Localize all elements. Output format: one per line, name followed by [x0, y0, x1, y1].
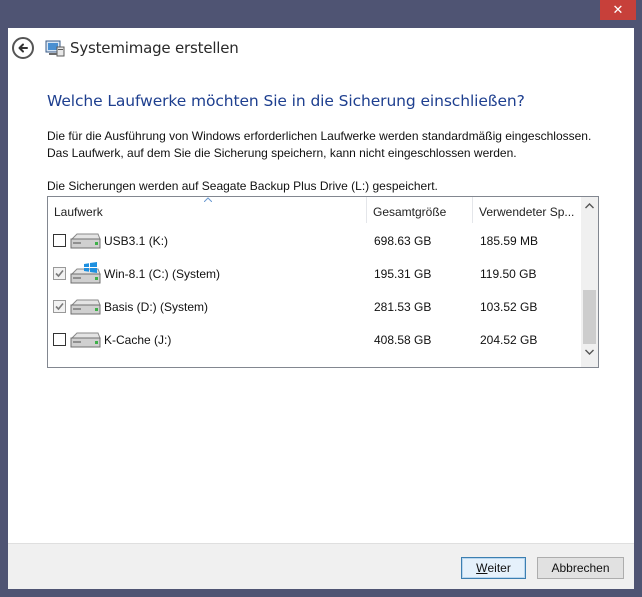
vertical-scrollbar[interactable] — [581, 197, 598, 367]
cancel-button-label: Abbrechen — [551, 561, 610, 575]
next-button-accel: W — [476, 561, 488, 575]
next-button-label: eiter — [487, 561, 511, 575]
drive-used-space: 204.52 GB — [480, 333, 538, 347]
content-area: Welche Laufwerke möchten Sie in die Sich… — [8, 70, 634, 543]
table-row[interactable]: USB3.1 (K:) 698.63 GB 185.59 MB — [48, 224, 581, 257]
backup-destination-text: Die Sicherungen werden auf Seagate Backu… — [47, 179, 438, 193]
back-button[interactable] — [12, 37, 34, 59]
description-line-1: Die für die Ausführung von Windows erfor… — [47, 129, 592, 143]
table-row[interactable]: Win-8.1 (C:) (System) 195.31 GB 119.50 G… — [48, 257, 581, 290]
checkmark-icon — [55, 302, 64, 311]
scrollbar-thumb[interactable] — [583, 290, 596, 344]
scroll-down-icon[interactable] — [585, 349, 594, 355]
next-button[interactable]: Weiter — [461, 557, 526, 579]
column-header-total-size-label: Gesamtgröße — [373, 205, 447, 219]
column-header-total-size[interactable]: Gesamtgröße — [367, 197, 473, 223]
drive-total-size: 698.63 GB — [374, 234, 432, 248]
column-header-drive[interactable]: Laufwerk — [48, 197, 367, 223]
drive-total-size: 281.53 GB — [374, 300, 432, 314]
drive-icon — [70, 233, 101, 249]
table-row[interactable]: Basis (D:) (System) 281.53 GB 103.52 GB — [48, 290, 581, 323]
dialog-window: ✕ Systemimage erstellen Welche Laufwerke… — [0, 0, 642, 597]
column-header-used-space-label: Verwendeter Sp... — [479, 205, 575, 219]
drive-used-space: 119.50 GB — [480, 267, 537, 281]
column-header-drive-label: Laufwerk — [54, 205, 103, 219]
description: Die für die Ausführung von Windows erfor… — [47, 128, 591, 162]
include-checkbox[interactable] — [53, 267, 66, 280]
drive-name: Basis (D:) (System) — [104, 300, 209, 314]
drive-used-space: 103.52 GB — [480, 300, 538, 314]
table-row[interactable]: K-Cache (J:) 408.58 GB 204.52 GB — [48, 323, 581, 356]
page-title: Welche Laufwerke möchten Sie in die Sich… — [47, 92, 525, 110]
system-image-icon — [45, 40, 65, 57]
drive-name: Win-8.1 (C:) (System) — [104, 267, 221, 281]
window-title: Systemimage erstellen — [70, 39, 239, 57]
drive-used-space: 185.59 MB — [480, 234, 539, 248]
button-bar: Weiter Abbrechen — [8, 543, 634, 589]
dialog-header: Systemimage erstellen — [8, 28, 634, 70]
drive-icon — [70, 299, 101, 315]
windows-drive-icon — [70, 262, 101, 284]
include-checkbox[interactable] — [53, 300, 66, 313]
checkmark-icon — [55, 269, 64, 278]
drive-total-size: 408.58 GB — [374, 333, 432, 347]
include-checkbox[interactable] — [53, 333, 66, 346]
column-header-used-space[interactable]: Verwendeter Sp... — [473, 197, 581, 223]
drive-name: K-Cache (J:) — [104, 333, 172, 347]
description-line-2: Das Laufwerk, auf dem Sie die Sicherung … — [47, 146, 517, 160]
drive-total-size: 195.31 GB — [374, 267, 432, 281]
back-arrow-icon — [18, 43, 28, 53]
cancel-button[interactable]: Abbrechen — [537, 557, 624, 579]
close-icon: ✕ — [612, 2, 624, 18]
sort-ascending-icon — [204, 197, 212, 202]
include-checkbox[interactable] — [53, 234, 66, 247]
drive-name: USB3.1 (K:) — [104, 234, 169, 248]
close-button[interactable]: ✕ — [600, 0, 636, 20]
drive-list[interactable]: Laufwerk Gesamtgröße Verwendeter Sp... U… — [47, 196, 599, 368]
scroll-up-icon[interactable] — [585, 203, 594, 209]
drive-icon — [70, 332, 101, 348]
